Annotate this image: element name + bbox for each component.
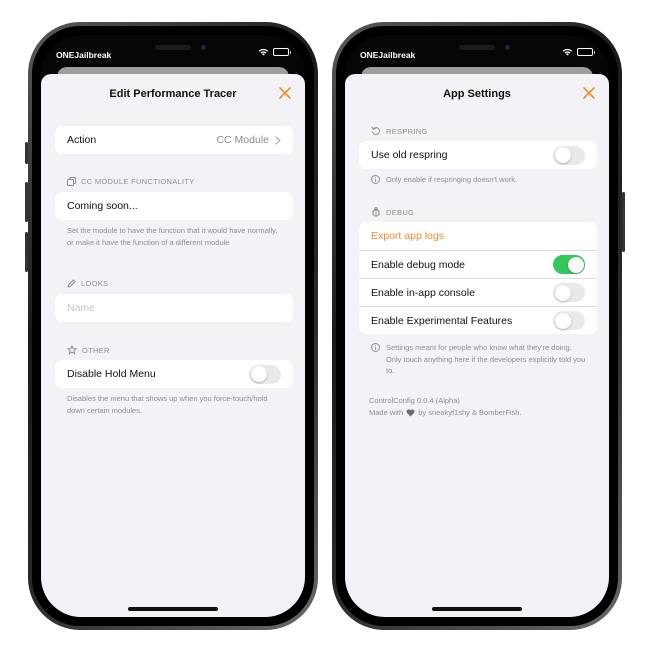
looks-group: Name [55,294,293,322]
page-title: App Settings [443,88,511,100]
name-input[interactable]: Name [55,294,293,322]
toggle-knob [250,366,267,382]
disable-hold-menu-row: Disable Hold Menu [55,360,293,388]
looks-section-header: LOOKS [67,279,108,288]
toggle-knob [554,284,571,301]
power-button [622,192,625,252]
credits-suffix: by sneakyf1shy & BomberFish. [418,408,522,417]
other-section-footer: Disables the menu that shows up when you… [67,394,268,415]
respring-footer-text: Only enable if respringing doesn't work. [386,175,518,184]
info-circle-icon [371,343,380,377]
copy-icon [67,177,76,186]
coming-soon-row: Coming soon... [55,192,293,220]
export-app-logs-button[interactable]: Export app logs [359,222,597,250]
other-section-header: OTHER [67,345,110,355]
enable-debug-mode-label: Enable debug mode [371,258,465,271]
enable-in-app-console-label: Enable in-app console [371,286,475,299]
status-bar: ONEJailbreak [41,35,305,71]
enable-in-app-console-toggle[interactable] [553,283,585,302]
disable-hold-menu-label: Disable Hold Menu [67,368,156,380]
debug-footer-text: Settings meant for people who know what … [386,343,586,375]
respring-section-title: RESPRING [386,126,428,136]
cc-section-footer: Set the module to have the function that… [67,226,278,247]
modal-sheet: App Settings RESPRING Use old respring O… [345,74,609,617]
left-phone-bezel: ONEJailbreak Edit Performance Tracer Act… [32,26,314,626]
home-indicator [128,607,218,611]
use-old-respring-toggle[interactable] [553,145,585,165]
toggle-knob [567,256,584,273]
volume-down-button [25,232,28,272]
front-camera [201,45,206,50]
close-icon[interactable] [277,85,293,101]
enable-debug-mode-toggle[interactable] [553,255,585,274]
left-phone-frame: ONEJailbreak Edit Performance Tracer Act… [25,22,318,630]
toggle-knob [554,147,571,163]
action-value: CC Module [216,134,281,146]
mute-switch [25,142,28,164]
credits-label: Made with by sneakyf1shy & BomberFish. [369,407,587,419]
debug-section-footer: Settings meant for people who know what … [371,342,587,377]
debug-group: Export app logs Enable debug mode Enable… [359,222,597,334]
star-icon [67,345,77,355]
heart-icon [406,409,415,417]
export-app-logs-label: Export app logs [371,230,444,242]
action-label: Action [67,134,97,146]
modal-sheet: Edit Performance Tracer Action CC Module [41,74,305,617]
credits-prefix: Made with [369,408,404,417]
respring-section-footer: Only enable if respringing doesn't work. [371,174,587,186]
enable-debug-mode-row: Enable debug mode [359,250,597,278]
status-icons [562,48,595,56]
pen-icon [67,279,76,288]
right-phone-bezel: ONEJailbreak App Settings RESPRING Use o… [336,26,618,626]
enable-experimental-features-row: Enable Experimental Features [359,306,597,334]
other-section-title: OTHER [82,345,110,355]
respring-group: Use old respring [359,141,597,169]
action-value-text: CC Module [216,134,269,146]
speaker-grille [459,45,495,50]
cc-group: Coming soon... [55,192,293,220]
cc-section-header: CC MODULE FUNCTIONALITY [67,177,195,186]
debug-section-title: DEBUG [386,207,415,217]
use-old-respring-label: Use old respring [371,149,448,161]
status-icons [258,48,291,56]
enable-experimental-features-toggle[interactable] [553,311,585,330]
arrow-counterclockwise-icon [371,126,381,136]
wifi-icon [258,48,269,56]
toggle-knob [554,312,571,329]
looks-section-title: LOOKS [81,279,109,288]
other-group: Disable Hold Menu [55,360,293,388]
speaker-grille [155,45,191,50]
debug-section-header: DEBUG [371,207,414,217]
status-bar: ONEJailbreak [345,35,609,71]
coming-soon-label: Coming soon... [67,200,138,212]
enable-in-app-console-row: Enable in-app console [359,278,597,306]
action-group: Action CC Module [55,126,293,154]
ladybug-icon [371,207,381,217]
info-circle-icon [371,175,380,186]
version-label: ControlConfig 0.0.4 (Alpha) [369,396,460,405]
left-screen: ONEJailbreak Edit Performance Tracer Act… [41,35,305,617]
page-title: Edit Performance Tracer [109,88,237,100]
home-indicator [432,607,522,611]
carrier-label: ONEJailbreak [56,50,112,60]
front-camera [505,45,510,50]
chevron-right-icon [275,135,281,145]
action-row[interactable]: Action CC Module [55,126,293,154]
battery-icon [577,48,595,56]
use-old-respring-row: Use old respring [359,141,597,169]
enable-experimental-features-label: Enable Experimental Features [371,314,513,327]
close-icon[interactable] [581,85,597,101]
right-screen: ONEJailbreak App Settings RESPRING Use o… [345,35,609,617]
carrier-label: ONEJailbreak [360,50,416,60]
cc-section-title: CC MODULE FUNCTIONALITY [81,177,195,186]
right-phone-frame: ONEJailbreak App Settings RESPRING Use o… [332,22,625,630]
wifi-icon [562,48,573,56]
volume-up-button [25,182,28,222]
respring-section-header: RESPRING [371,126,428,136]
name-placeholder: Name [67,302,96,314]
disable-hold-menu-toggle[interactable] [249,364,281,384]
battery-icon [273,48,291,56]
